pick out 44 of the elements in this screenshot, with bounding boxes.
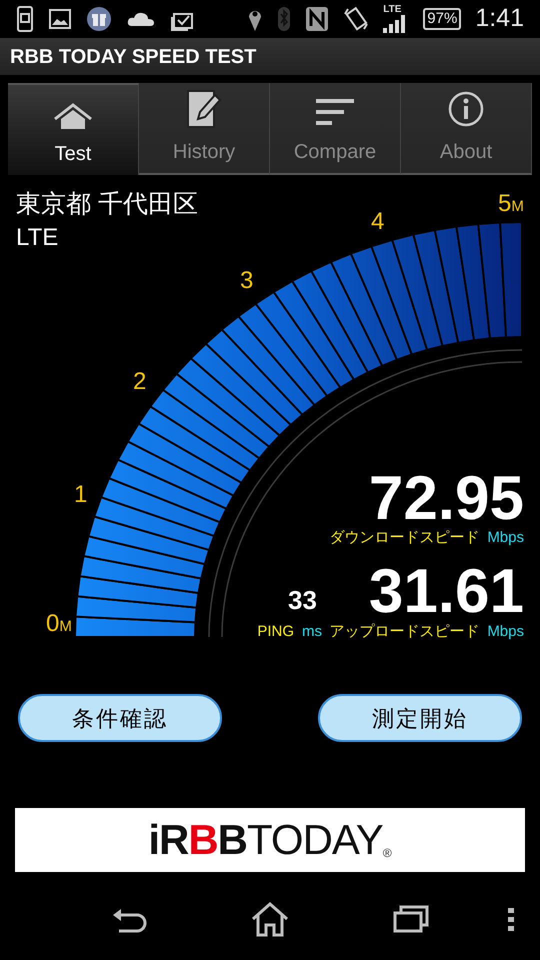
connection-type: LTE <box>16 223 60 253</box>
tab[interactable]: About <box>401 83 532 175</box>
unit-label: ms <box>302 622 322 642</box>
overflow-menu-icon[interactable] <box>508 908 514 932</box>
tab[interactable]: Test <box>8 83 139 175</box>
clock: 1:41 <box>475 3 524 34</box>
unit-label: Mbps <box>487 622 524 642</box>
logo-text: iR <box>148 819 188 861</box>
speed-value: 72.95 <box>368 468 524 530</box>
registered-mark: ® <box>382 847 392 859</box>
notepad-pencil-icon <box>184 89 224 129</box>
banner-ad[interactable]: iRBBTODAY® <box>15 808 525 872</box>
phone-icon <box>16 5 34 33</box>
speed-value: 31.61 <box>368 561 524 623</box>
network-type: LTE <box>383 5 402 15</box>
image-icon <box>48 8 72 30</box>
tab[interactable]: Compare <box>270 83 401 175</box>
logo-text: B <box>218 819 248 861</box>
gauge-tick-label: 1 <box>74 483 88 507</box>
logo-text: TODAY <box>247 819 383 861</box>
gauge-tick-label: 0M <box>46 612 72 636</box>
home-icon[interactable] <box>250 901 290 937</box>
conditions-button[interactable]: 条件確認 <box>18 694 222 742</box>
gauge-tick-label: 5M <box>498 192 524 216</box>
gift-icon <box>86 6 112 32</box>
app-title: RBB TODAY SPEED TEST <box>10 44 256 70</box>
location-label: 東京都 千代田区 <box>16 189 198 219</box>
recent-apps-icon[interactable] <box>392 905 429 933</box>
bluetooth-icon <box>277 6 292 32</box>
gauge-tick-label: 4 <box>371 210 384 234</box>
rotation-icon <box>343 6 370 32</box>
logo-text: B <box>188 819 218 861</box>
gauge-tick-label: 2 <box>133 370 146 394</box>
gauge-tick-label: 3 <box>240 269 254 293</box>
ping-label: PING <box>257 622 294 642</box>
nfc-icon <box>305 6 330 32</box>
speed-label: アップロードスピード <box>329 622 480 642</box>
ping-value: 33 <box>288 587 317 613</box>
info-icon <box>446 89 486 129</box>
unit-label: Mbps <box>487 528 524 548</box>
start-test-button[interactable]: 測定開始 <box>318 694 522 742</box>
tab[interactable]: History <box>139 83 270 175</box>
battery-indicator: 97% <box>423 8 462 30</box>
speed-label: ダウンロードスピード <box>329 528 480 548</box>
